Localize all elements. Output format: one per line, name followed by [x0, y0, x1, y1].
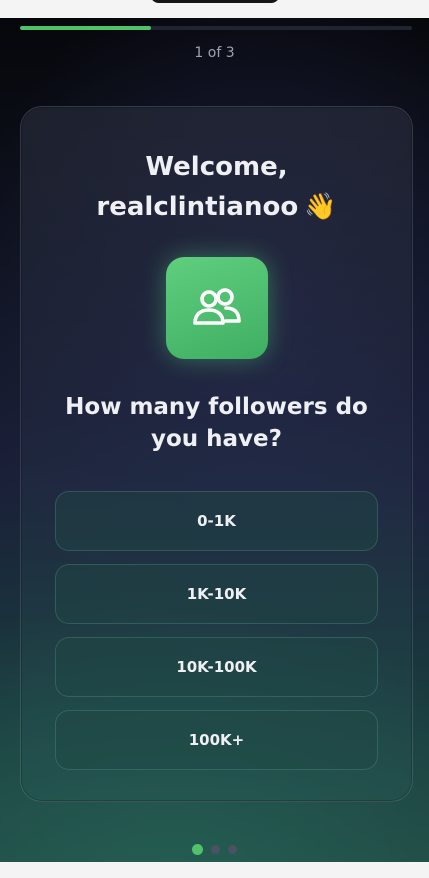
pagination-dot-2[interactable]	[211, 845, 220, 854]
option-0-1k[interactable]: 0-1K	[55, 491, 378, 551]
users-icon	[193, 288, 241, 325]
username: realclintianoo	[96, 192, 299, 222]
question-card: Welcome, realclintianoo 👋 How many follow…	[20, 106, 413, 802]
option-1k-10k[interactable]: 1K-10K	[55, 564, 378, 624]
welcome-label: Welcome,	[145, 152, 288, 182]
device-notch	[150, 0, 280, 3]
home-indicator-area	[0, 862, 429, 878]
progress-fill	[20, 26, 151, 30]
users-icon-tile	[166, 257, 268, 359]
welcome-heading: Welcome, realclintianoo 👋	[21, 147, 412, 227]
option-100k-plus[interactable]: 100K+	[55, 710, 378, 770]
pagination-dot-1[interactable]	[192, 844, 203, 855]
pagination-dots	[0, 844, 429, 855]
waving-hand-icon: 👋	[304, 192, 337, 222]
pagination-dot-3[interactable]	[228, 845, 237, 854]
step-indicator: 1 of 3	[194, 45, 235, 61]
question-title: How many followers do you have?	[65, 394, 368, 452]
onboarding-screen: 1 of 3 Welcome, realclintianoo 👋 How many…	[0, 18, 429, 862]
welcome-username-line: realclintianoo 👋	[21, 187, 412, 227]
option-10k-100k[interactable]: 10K-100K	[55, 637, 378, 697]
status-bar	[0, 0, 429, 18]
progress-bar	[20, 26, 412, 30]
